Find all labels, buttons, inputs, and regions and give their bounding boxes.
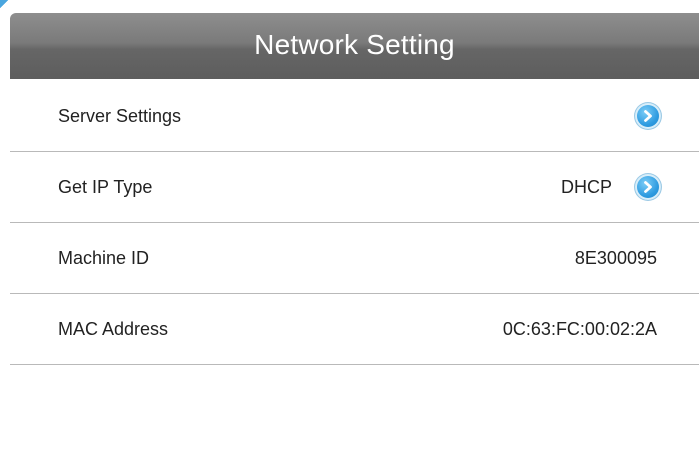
mac-address-value: 0C:63:FC:00:02:2A: [502, 318, 657, 339]
row-server-settings[interactable]: Server Settings: [10, 81, 699, 152]
row-label-server-settings: Server Settings: [58, 105, 182, 126]
ip-type-value: DHCP: [560, 176, 612, 197]
machine-id-value: 8E300095: [574, 247, 657, 268]
page-title: Network Setting: [254, 29, 455, 60]
title-bar: Network Setting: [10, 13, 699, 79]
row-mac-address: MAC Address 0C:63:FC:00:02:2A: [10, 294, 699, 365]
row-label-mac-address: MAC Address: [58, 318, 169, 339]
row-label-machine-id: Machine ID: [58, 247, 150, 268]
row-get-ip-type[interactable]: Get IP Type DHCP: [10, 152, 699, 223]
corner-accent: [0, 0, 10, 10]
row-machine-id: Machine ID 8E300095: [10, 223, 699, 294]
chevron-right-circle-icon[interactable]: [635, 174, 661, 200]
chevron-right-circle-icon[interactable]: [635, 103, 661, 129]
network-setting-screen: Network Setting Server Settings Get IP T…: [0, 0, 699, 450]
row-label-get-ip-type: Get IP Type: [58, 176, 153, 197]
settings-list: Server Settings Get IP Type DHCP Machine…: [10, 81, 699, 365]
